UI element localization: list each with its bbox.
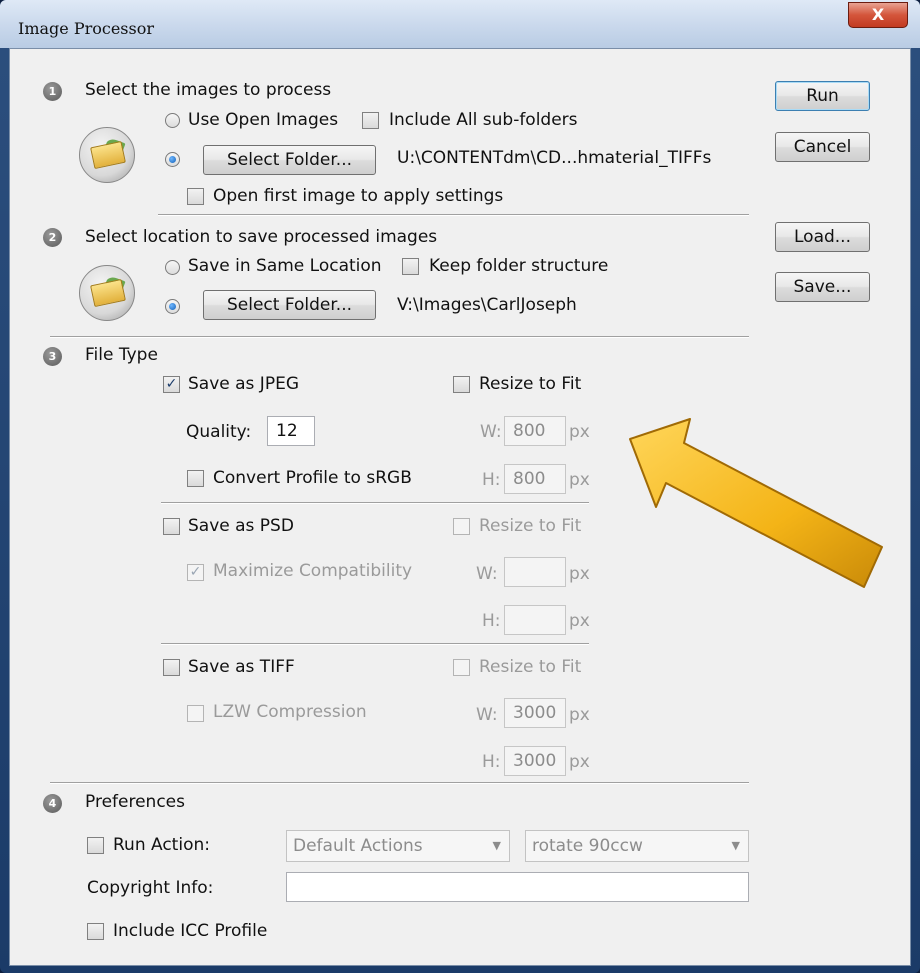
jpeg-h-label: H: — [482, 470, 501, 490]
include-subfolders-checkbox[interactable] — [362, 112, 379, 129]
copyright-input[interactable] — [286, 872, 749, 902]
convert-profile-checkbox[interactable] — [187, 470, 204, 487]
save-as-jpeg-label[interactable]: Save as JPEG — [188, 374, 299, 394]
tiff-h-unit: px — [569, 752, 590, 772]
keep-folder-structure-checkbox[interactable] — [402, 258, 419, 275]
image-processor-window: Image Processor X 1 Select the images to… — [0, 0, 920, 973]
annotation-arrow-icon — [629, 418, 883, 588]
lzw-compression-label[interactable]: LZW Compression — [213, 702, 367, 722]
window-title: Image Processor — [18, 19, 155, 38]
save-same-location-label[interactable]: Save in Same Location — [188, 256, 382, 276]
separator-3 — [50, 782, 749, 784]
section-1-heading: Select the images to process — [85, 80, 332, 100]
psd-height-input[interactable] — [504, 605, 566, 635]
tiff-height-input[interactable]: 3000 — [504, 746, 566, 776]
action-set-value: Default Actions — [293, 836, 423, 856]
close-button[interactable]: X — [848, 2, 908, 28]
jpeg-resize-checkbox[interactable] — [453, 376, 470, 393]
psd-w-label: W: — [476, 564, 498, 584]
maximize-compatibility-checkbox[interactable]: ✓ — [187, 564, 204, 581]
jpeg-height-input[interactable]: 800 — [504, 464, 566, 494]
run-action-checkbox[interactable] — [87, 837, 104, 854]
tiff-resize-checkbox[interactable] — [453, 659, 470, 676]
step-1-badge: 1 — [43, 82, 62, 101]
select-dest-folder-radio[interactable] — [165, 299, 180, 314]
section-4-heading: Preferences — [85, 792, 185, 812]
open-first-image-label[interactable]: Open first image to apply settings — [213, 186, 503, 206]
chevron-down-icon: ▼ — [492, 839, 501, 852]
maximize-compatibility-label[interactable]: Maximize Compatibility — [213, 561, 412, 581]
save-same-location-radio[interactable] — [165, 260, 180, 275]
step-4-badge: 4 — [43, 794, 62, 813]
tiff-w-unit: px — [569, 705, 590, 725]
include-icc-checkbox[interactable] — [87, 923, 104, 940]
psd-resize-checkbox[interactable] — [453, 518, 470, 535]
select-source-folder-button[interactable]: Select Folder... — [203, 145, 376, 175]
separator-1 — [158, 214, 749, 216]
psd-h-unit: px — [569, 611, 590, 631]
open-first-image-checkbox[interactable] — [187, 188, 204, 205]
tiff-h-label: H: — [482, 752, 501, 772]
jpeg-w-label: W: — [480, 422, 502, 442]
separator-2 — [50, 336, 749, 338]
include-subfolders-label[interactable]: Include All sub-folders — [389, 110, 578, 130]
tiff-width-input[interactable]: 3000 — [504, 698, 566, 728]
load-button[interactable]: Load... — [775, 222, 870, 252]
select-dest-folder-button[interactable]: Select Folder... — [203, 290, 376, 320]
jpeg-width-input[interactable]: 800 — [504, 416, 566, 446]
folder-icon — [79, 127, 135, 183]
run-action-label[interactable]: Run Action: — [113, 835, 210, 855]
include-icc-label[interactable]: Include ICC Profile — [113, 921, 267, 941]
keep-folder-structure-label[interactable]: Keep folder structure — [429, 256, 608, 276]
save-as-psd-label[interactable]: Save as PSD — [188, 516, 294, 536]
quality-label: Quality: — [186, 422, 252, 442]
use-open-images-radio[interactable] — [165, 113, 180, 128]
step-3-badge: 3 — [43, 347, 62, 366]
use-open-images-label[interactable]: Use Open Images — [188, 110, 338, 130]
psd-resize-label[interactable]: Resize to Fit — [479, 516, 581, 536]
tiff-resize-label[interactable]: Resize to Fit — [479, 657, 581, 677]
action-value: rotate 90ccw — [532, 836, 643, 856]
separator-psd — [161, 643, 589, 645]
select-source-folder-radio[interactable] — [165, 152, 180, 167]
jpeg-w-unit: px — [569, 422, 590, 442]
save-as-tiff-label[interactable]: Save as TIFF — [188, 657, 295, 677]
cancel-button[interactable]: Cancel — [775, 132, 870, 162]
dialog-client: 1 Select the images to process Use Open … — [9, 48, 911, 966]
save-settings-button[interactable]: Save... — [775, 272, 870, 302]
save-as-jpeg-checkbox[interactable]: ✓ — [163, 376, 180, 393]
action-set-dropdown[interactable]: Default Actions ▼ — [286, 830, 510, 862]
action-dropdown[interactable]: rotate 90ccw ▼ — [525, 830, 749, 862]
copyright-label: Copyright Info: — [87, 878, 214, 898]
source-folder-path: U:\CONTENTdm\CD...hmaterial_TIFFs — [397, 148, 712, 168]
save-as-psd-checkbox[interactable] — [163, 518, 180, 535]
separator-jpeg — [161, 502, 589, 504]
quality-input[interactable]: 12 — [267, 416, 315, 446]
convert-profile-label[interactable]: Convert Profile to sRGB — [213, 468, 412, 488]
folder-icon — [79, 265, 135, 321]
tiff-w-label: W: — [476, 705, 498, 725]
section-2-heading: Select location to save processed images — [85, 227, 438, 247]
psd-h-label: H: — [482, 611, 501, 631]
section-3-heading: File Type — [85, 345, 158, 365]
step-2-badge: 2 — [43, 228, 62, 247]
dest-folder-path: V:\Images\CarlJoseph — [397, 295, 577, 315]
psd-width-input[interactable] — [504, 557, 566, 587]
lzw-compression-checkbox[interactable] — [187, 705, 204, 722]
psd-w-unit: px — [569, 564, 590, 584]
run-button[interactable]: Run — [775, 81, 870, 111]
title-bar: Image Processor X — [0, 0, 920, 48]
chevron-down-icon: ▼ — [731, 839, 740, 852]
jpeg-h-unit: px — [569, 470, 590, 490]
jpeg-resize-label[interactable]: Resize to Fit — [479, 374, 581, 394]
save-as-tiff-checkbox[interactable] — [163, 659, 180, 676]
